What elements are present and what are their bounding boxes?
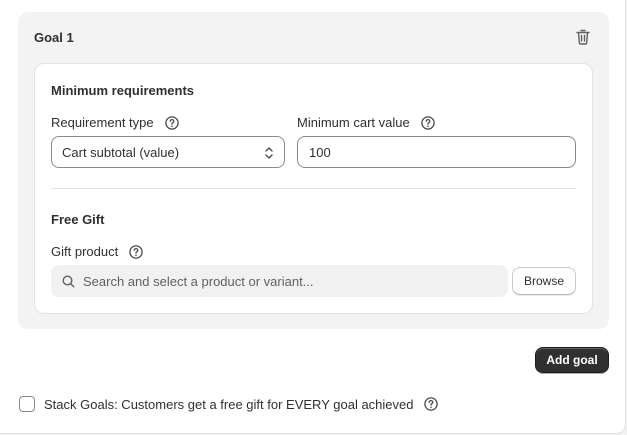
chevron-up-down-icon bbox=[265, 147, 273, 159]
requirement-type-value: Cart subtotal (value) bbox=[62, 144, 180, 160]
min-requirements-title: Minimum requirements bbox=[51, 83, 195, 98]
gift-product-search[interactable] bbox=[51, 265, 508, 297]
trash-icon bbox=[576, 29, 590, 45]
stack-goals-checkbox[interactable] bbox=[19, 396, 35, 412]
stack-goals-row: Stack Goals: Customers get a free gift f… bbox=[19, 396, 439, 412]
add-goal-button[interactable]: Add goal bbox=[535, 347, 609, 373]
browse-button[interactable]: Browse bbox=[512, 267, 576, 295]
min-cart-value-label-row: Minimum cart value bbox=[297, 115, 435, 130]
section-divider bbox=[51, 188, 576, 189]
help-icon[interactable] bbox=[420, 115, 435, 130]
help-icon[interactable] bbox=[129, 244, 143, 259]
goal-card: Goal 1 Minimum requirements Requirement … bbox=[18, 12, 609, 329]
requirement-type-label-row: Requirement type bbox=[51, 115, 179, 130]
delete-goal-button[interactable] bbox=[573, 27, 593, 47]
goal-title: Goal 1 bbox=[34, 30, 74, 45]
help-icon[interactable] bbox=[164, 115, 179, 130]
goals-panel: Goal 1 Minimum requirements Requirement … bbox=[0, 0, 626, 434]
requirement-type-select[interactable]: Cart subtotal (value) bbox=[51, 136, 285, 168]
min-cart-value-input[interactable] bbox=[297, 136, 576, 168]
goal-settings-card: Minimum requirements Requirement type Mi… bbox=[34, 63, 593, 314]
help-icon[interactable] bbox=[424, 397, 439, 411]
search-icon bbox=[62, 274, 75, 287]
gift-product-label-row: Gift product bbox=[51, 244, 143, 259]
requirement-type-label: Requirement type bbox=[51, 115, 154, 130]
free-gift-title: Free Gift bbox=[51, 212, 105, 227]
gift-product-label: Gift product bbox=[51, 244, 119, 259]
stack-goals-label[interactable]: Stack Goals: Customers get a free gift f… bbox=[44, 397, 413, 412]
min-cart-value-label: Minimum cart value bbox=[297, 115, 410, 130]
gift-product-search-input[interactable] bbox=[83, 273, 483, 289]
